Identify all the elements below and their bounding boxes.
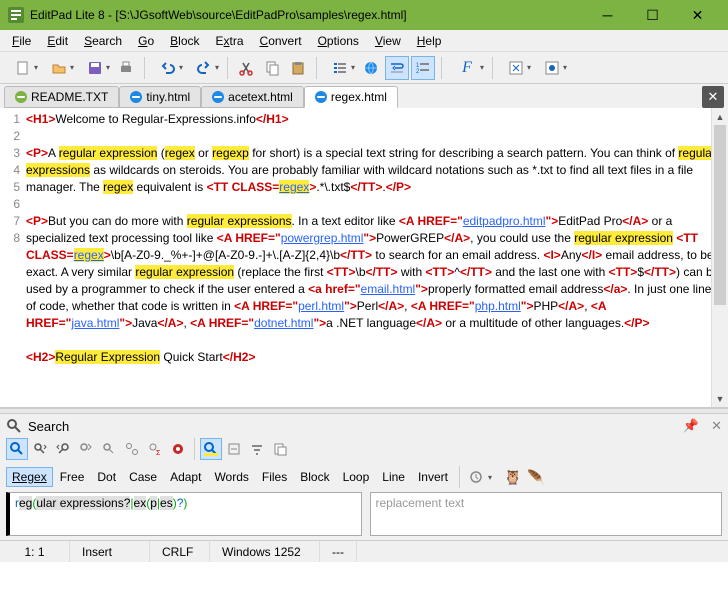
vertical-scrollbar[interactable]: ▲ ▼ <box>711 108 728 407</box>
count-button[interactable]: Σ <box>144 438 166 460</box>
find-next-button[interactable] <box>29 438 51 460</box>
maximize-button[interactable]: ☐ <box>630 0 675 30</box>
history-button[interactable] <box>465 466 487 488</box>
open-button[interactable]: ▾ <box>42 56 76 80</box>
tab-label: regex.html <box>331 90 387 104</box>
find-prev-button[interactable] <box>52 438 74 460</box>
status-position[interactable]: 1: 1 <box>0 541 70 562</box>
tab-readme[interactable]: README.TXT <box>4 86 119 108</box>
search-panel: Search 📌 ✕ Σ Regex Free Dot Case Adapt W… <box>0 414 728 540</box>
find-first-button[interactable] <box>6 438 28 460</box>
menubar: File Edit Search Go Block Extra Convert … <box>0 30 728 52</box>
menu-block[interactable]: Block <box>164 32 205 50</box>
tab-acetext[interactable]: acetext.html <box>201 86 304 108</box>
opt-case[interactable]: Case <box>123 467 163 487</box>
search-input[interactable]: reg(ular expressions?|ex(p|es)?) <box>6 492 362 536</box>
save-button[interactable]: ▾ <box>78 56 112 80</box>
close-button[interactable]: ✕ <box>675 0 720 30</box>
tab-tiny[interactable]: tiny.html <box>119 86 201 108</box>
instant-button[interactable] <box>167 438 189 460</box>
opt-regex[interactable]: Regex <box>6 467 53 487</box>
regexmagic-button[interactable]: 🪶 <box>525 466 547 488</box>
menu-search[interactable]: Search <box>78 32 128 50</box>
tools2-button[interactable]: ▾ <box>535 56 569 80</box>
search-toolbar: Σ <box>6 436 722 462</box>
document-tabs: README.TXT tiny.html acetext.html regex.… <box>0 84 728 108</box>
browser-button[interactable] <box>359 56 383 80</box>
menu-convert[interactable]: Convert <box>254 32 308 50</box>
pin-icon[interactable]: 📌 <box>683 418 699 434</box>
menu-file[interactable]: File <box>6 32 37 50</box>
status-mode[interactable]: Insert <box>70 541 150 562</box>
minimize-button[interactable]: ─ <box>585 0 630 30</box>
replace-next-button[interactable] <box>98 438 120 460</box>
scroll-thumb[interactable] <box>714 125 726 305</box>
search-icon <box>6 418 22 434</box>
opt-files[interactable]: Files <box>256 467 293 487</box>
font-button[interactable]: F▾ <box>448 56 486 80</box>
menu-go[interactable]: Go <box>132 32 160 50</box>
copy-matches-button[interactable] <box>269 438 291 460</box>
opt-words[interactable]: Words <box>208 467 254 487</box>
fold-button[interactable] <box>223 438 245 460</box>
status-extra: --- <box>320 541 357 562</box>
highlight-button[interactable] <box>200 438 222 460</box>
cut-button[interactable] <box>234 56 258 80</box>
status-encoding[interactable]: Windows 1252 <box>210 541 320 562</box>
undo-button[interactable]: ▾ <box>151 56 185 80</box>
tab-label: README.TXT <box>31 90 108 104</box>
code-content[interactable]: <H1>Welcome to Regular-Expressions.info<… <box>24 108 728 407</box>
replace-all-button[interactable] <box>121 438 143 460</box>
search-options: Regex Free Dot Case Adapt Words Files Bl… <box>6 464 722 490</box>
menu-edit[interactable]: Edit <box>41 32 74 50</box>
file-icon <box>130 91 142 103</box>
wordwrap-button[interactable] <box>385 56 409 80</box>
menu-extra[interactable]: Extra <box>210 32 250 50</box>
menu-view[interactable]: View <box>369 32 407 50</box>
menu-options[interactable]: Options <box>312 32 365 50</box>
svg-text:Σ: Σ <box>156 450 161 456</box>
tab-regex[interactable]: regex.html <box>304 86 398 108</box>
tools1-button[interactable]: ▾ <box>499 56 533 80</box>
new-button[interactable]: ▾ <box>6 56 40 80</box>
app-icon <box>8 7 24 23</box>
menu-help[interactable]: Help <box>411 32 448 50</box>
statusbar: 1: 1 Insert CRLF Windows 1252 --- <box>0 540 728 562</box>
status-eol[interactable]: CRLF <box>150 541 210 562</box>
copy-button[interactable] <box>260 56 284 80</box>
window-title: EditPad Lite 8 - [S:\JGsoftWeb\source\Ed… <box>30 8 585 22</box>
opt-loop[interactable]: Loop <box>337 467 376 487</box>
opt-dot[interactable]: Dot <box>91 467 122 487</box>
opt-adapt[interactable]: Adapt <box>164 467 207 487</box>
file-icon <box>212 91 224 103</box>
tab-label: tiny.html <box>146 90 190 104</box>
search-header-label: Search <box>28 419 69 434</box>
tab-label: acetext.html <box>228 90 293 104</box>
opt-invert[interactable]: Invert <box>412 467 454 487</box>
close-search-icon[interactable]: ✕ <box>711 418 722 434</box>
file-icon <box>15 91 27 103</box>
tab-close-button[interactable]: ✕ <box>702 86 724 108</box>
linenumbers-button[interactable]: 12 <box>411 56 435 80</box>
line-gutter: 123 4 5 6 78 <box>0 108 24 407</box>
replace-input[interactable]: replacement text <box>370 492 723 536</box>
opt-line[interactable]: Line <box>376 467 411 487</box>
paste-button[interactable] <box>286 56 310 80</box>
scroll-down-arrow[interactable]: ▼ <box>712 390 728 407</box>
replace-button[interactable] <box>75 438 97 460</box>
filter-button[interactable] <box>246 438 268 460</box>
list-button[interactable]: ▾ <box>323 56 357 80</box>
editor-area[interactable]: 123 4 5 6 78 <H1>Welcome to Regular-Expr… <box>0 108 728 408</box>
print-button[interactable] <box>114 56 138 80</box>
file-icon <box>315 91 327 103</box>
regexbuddy-button[interactable]: 🦉 <box>502 466 524 488</box>
opt-block[interactable]: Block <box>294 467 335 487</box>
svg-text:2: 2 <box>416 69 420 75</box>
scroll-up-arrow[interactable]: ▲ <box>712 108 728 125</box>
titlebar: EditPad Lite 8 - [S:\JGsoftWeb\source\Ed… <box>0 0 728 30</box>
toolbar: ▾ ▾ ▾ ▾ ▾ ▾ 12 F▾ ▾ ▾ <box>0 52 728 84</box>
opt-free[interactable]: Free <box>54 467 91 487</box>
redo-button[interactable]: ▾ <box>187 56 221 80</box>
